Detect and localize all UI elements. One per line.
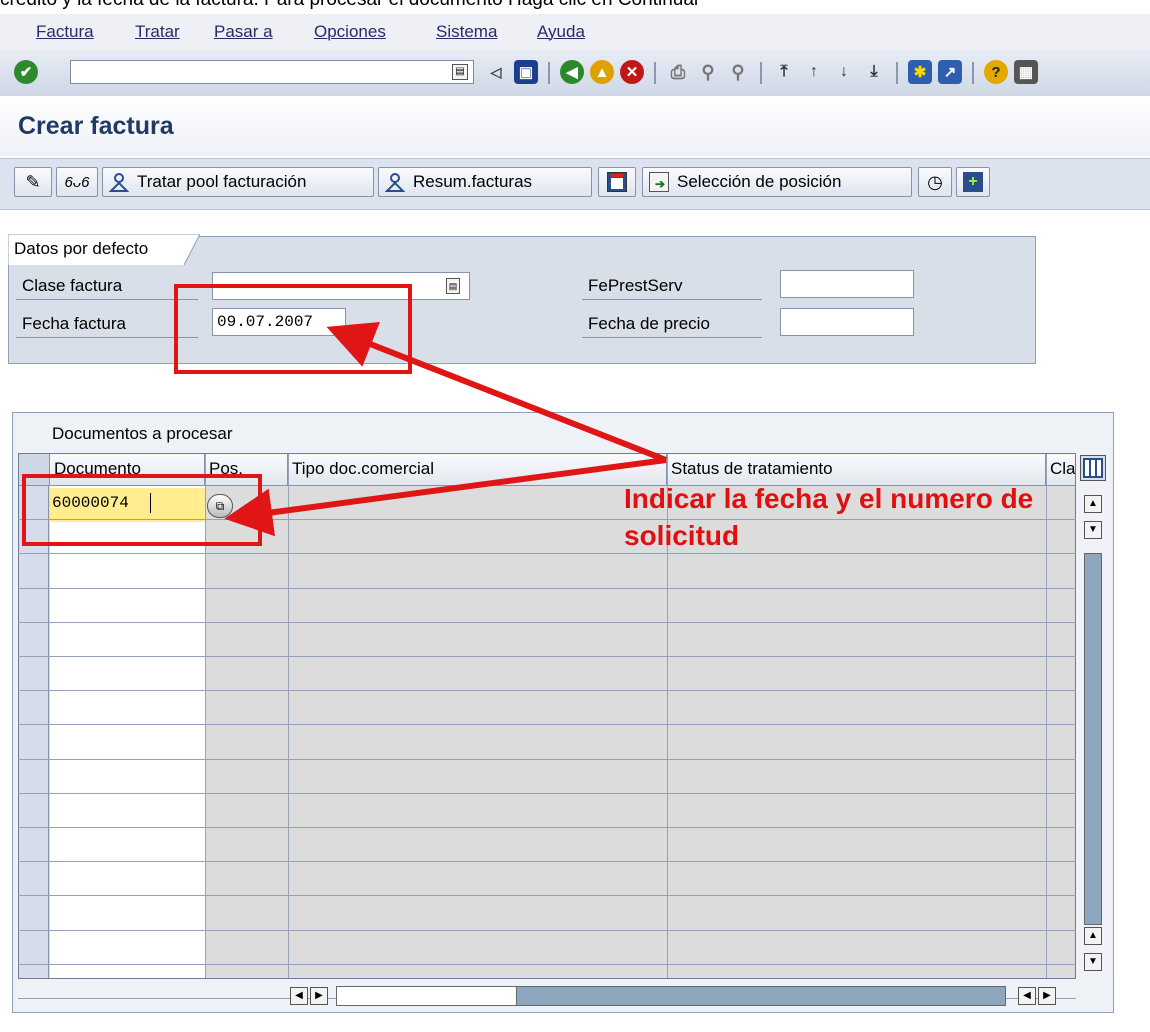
application-toolbar: ✎ 6ᴗ6 Tratar pool facturación Resum.fact… xyxy=(0,158,1150,210)
defaults-tab: Datos por defecto xyxy=(8,234,200,266)
menu-factura[interactable]: Factura xyxy=(36,22,94,42)
menu-tratar[interactable]: Tratar xyxy=(135,22,180,42)
find-icon[interactable]: ⚲ xyxy=(696,60,720,84)
horizontal-scrollbar[interactable]: ◀ ▶ ◀ ▶ xyxy=(288,985,1068,1007)
document-text-line: crédito y la fecha de la factura. Para p… xyxy=(0,0,1150,11)
seleccion-label: Selección de posición xyxy=(677,172,842,191)
display-glasses-button[interactable]: 6ᴗ6 xyxy=(56,167,98,197)
column-header-tipo-doc[interactable]: Tipo doc.comercial xyxy=(288,454,667,486)
exit-icon[interactable]: ▲ xyxy=(590,60,614,84)
menu-ayuda[interactable]: Ayuda xyxy=(537,22,585,42)
fe-prest-serv-label: FePrestServ xyxy=(588,276,683,295)
vertical-scrollbar[interactable]: ▲ ▼ ▲ ▼ xyxy=(1076,453,1110,979)
table-caption: Documentos a procesar xyxy=(52,424,233,443)
command-field[interactable] xyxy=(70,60,474,84)
scroll-up-icon[interactable]: ▲ xyxy=(1084,495,1102,513)
add-entry-button[interactable]: + xyxy=(956,167,990,197)
person-icon xyxy=(384,172,406,192)
back-arrow-icon[interactable]: ◁ xyxy=(484,60,508,84)
fe-prest-serv-field[interactable] xyxy=(780,270,914,298)
clock-button[interactable]: ◷ xyxy=(918,167,952,197)
clock-icon: ◷ xyxy=(927,171,943,192)
last-page-icon[interactable]: ⤓ xyxy=(862,60,886,84)
documento-column-cells xyxy=(50,486,205,978)
scroll-left-end-icon[interactable]: ◀ xyxy=(1018,987,1036,1005)
save-icon[interactable]: ▣ xyxy=(514,60,538,84)
back-icon[interactable]: ◀ xyxy=(560,60,584,84)
add-entry-icon: + xyxy=(963,172,983,192)
cancel-icon[interactable]: ✕ xyxy=(620,60,644,84)
first-page-icon[interactable]: ⤒ xyxy=(772,60,796,84)
shortcut-icon[interactable]: ↗ xyxy=(938,60,962,84)
scroll-right-icon[interactable]: ▶ xyxy=(310,987,328,1005)
seleccion-de-posicion-button[interactable]: ➔ Selección de posición xyxy=(642,167,912,197)
clase-factura-dropdown-icon[interactable]: ▤ xyxy=(446,278,460,294)
command-history-dropdown-icon[interactable]: ▤ xyxy=(452,64,468,80)
print-icon[interactable]: ⎙ xyxy=(666,60,690,84)
tratar-pool-facturacion-button[interactable]: Tratar pool facturación xyxy=(102,167,374,197)
scroll-right-end-icon[interactable]: ▶ xyxy=(1038,987,1056,1005)
glasses-icon: 6ᴗ6 xyxy=(64,173,90,191)
tratar-pool-label: Tratar pool facturación xyxy=(137,172,307,191)
annotation-box-documento xyxy=(22,474,262,546)
layout-menu-icon[interactable]: ▦ xyxy=(1014,60,1038,84)
horizontal-scroll-thumb[interactable] xyxy=(516,986,1006,1006)
menu-pasar-a[interactable]: Pasar a xyxy=(214,22,273,42)
fecha-de-precio-field[interactable] xyxy=(780,308,914,336)
edit-pencil-button[interactable]: ✎ xyxy=(14,167,52,197)
fecha-de-precio-label: Fecha de precio xyxy=(588,314,710,333)
pencil-icon: ✎ xyxy=(25,171,41,192)
annotation-box-fecha xyxy=(174,284,412,374)
scroll-left-icon[interactable]: ◀ xyxy=(290,987,308,1005)
column-config-icon[interactable] xyxy=(1080,455,1106,481)
new-session-icon[interactable]: ✱ xyxy=(908,60,932,84)
next-page-icon[interactable]: ↓ xyxy=(832,60,856,84)
person-icon xyxy=(108,172,130,192)
resum-facturas-button[interactable]: Resum.facturas xyxy=(378,167,592,197)
menu-sistema[interactable]: Sistema xyxy=(436,22,497,42)
defaults-tab-label: Datos por defecto xyxy=(14,239,149,258)
annotation-text: Indicar la fecha y el numero de solicitu… xyxy=(624,483,1034,551)
page-title: Crear factura xyxy=(18,112,174,140)
scroll-page-down-icon[interactable]: ▼ xyxy=(1084,521,1102,539)
vertical-scroll-thumb[interactable] xyxy=(1084,553,1102,925)
enter-check-icon[interactable]: ✔ xyxy=(14,60,38,84)
calendar-button[interactable] xyxy=(598,167,636,197)
calendar-icon xyxy=(607,172,627,192)
find-next-icon[interactable]: ⚲ xyxy=(726,60,750,84)
help-icon[interactable]: ? xyxy=(984,60,1008,84)
document-arrow-icon: ➔ xyxy=(649,172,669,192)
clase-factura-label: Clase factura xyxy=(22,276,123,295)
previous-page-icon[interactable]: ↑ xyxy=(802,60,826,84)
scroll-down-icon[interactable]: ▼ xyxy=(1084,953,1102,971)
resum-facturas-label: Resum.facturas xyxy=(413,172,533,191)
fecha-factura-label: Fecha factura xyxy=(22,314,126,333)
scroll-page-up-icon[interactable]: ▲ xyxy=(1084,927,1102,945)
menu-bar: Factura Tratar Pasar a Opciones Sistema … xyxy=(0,14,1150,50)
menu-opciones[interactable]: Opciones xyxy=(314,22,386,42)
